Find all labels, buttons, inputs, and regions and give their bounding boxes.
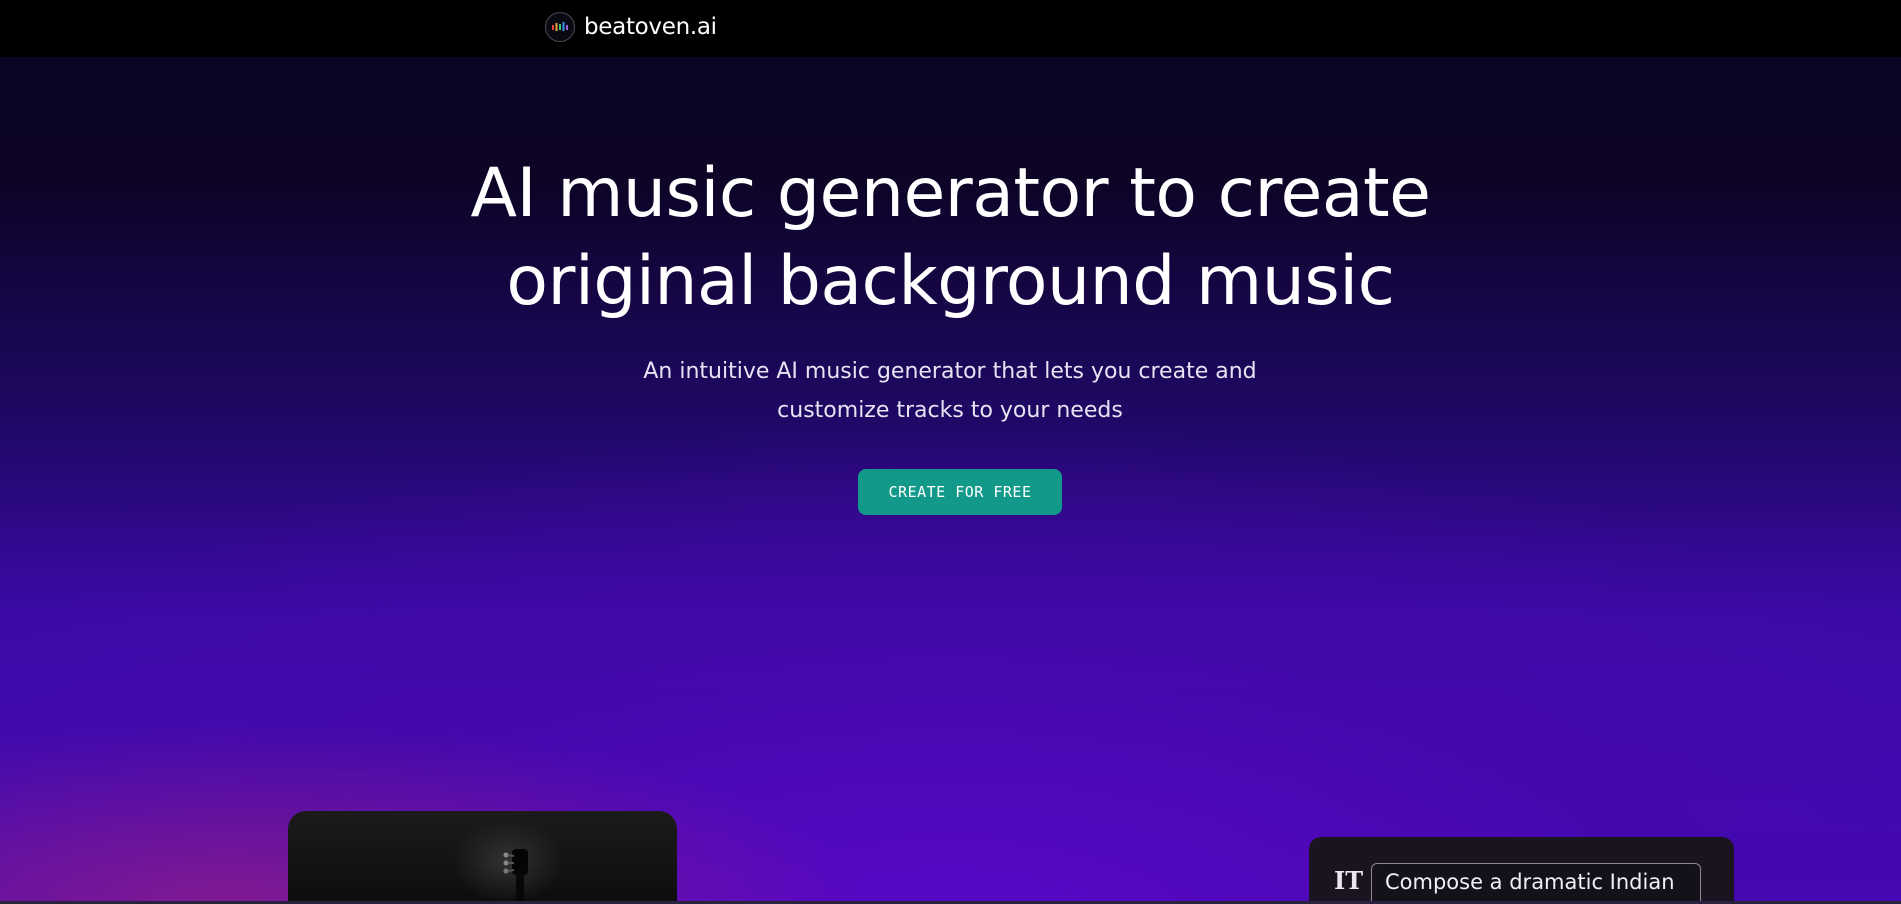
top-navbar: beatoven.ai xyxy=(0,0,1901,57)
text-tool-icon: IT xyxy=(1334,866,1364,895)
guitar-video-card xyxy=(288,811,677,904)
hero-subtitle: An intuitive AI music generator that let… xyxy=(600,352,1300,430)
create-for-free-button[interactable]: CREATE FOR FREE xyxy=(858,469,1062,515)
brand-logo-link[interactable]: beatoven.ai xyxy=(545,10,717,44)
prompt-card: IT Compose a dramatic Indian xyxy=(1309,837,1734,904)
hero-title-line-2: original background music xyxy=(506,242,1395,321)
hero-title: AI music generator to create original ba… xyxy=(0,150,1901,326)
hero-title-line-1: AI music generator to create xyxy=(470,154,1431,233)
hero-subtitle-line-1: An intuitive AI music generator that let… xyxy=(643,359,1257,384)
hero-subtitle-line-2: customize tracks to your needs xyxy=(777,398,1123,423)
guitar-headstock-image xyxy=(503,849,528,904)
hero-background xyxy=(0,0,1901,904)
equalizer-bars-icon xyxy=(545,12,575,42)
prompt-input[interactable]: Compose a dramatic Indian xyxy=(1371,863,1701,904)
brand-name: beatoven.ai xyxy=(584,14,717,40)
